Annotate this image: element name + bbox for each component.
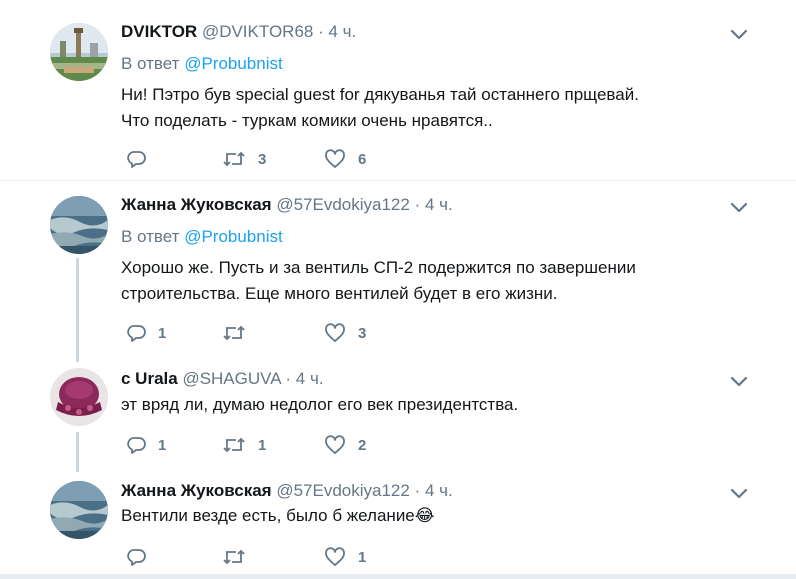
reply-context: В ответ @Probubnist bbox=[121, 227, 283, 247]
tweet-text: Хорошо же. Пусть и за вентиль СП-2 подер… bbox=[121, 258, 636, 303]
like-button[interactable]: 3 bbox=[324, 322, 366, 344]
chevron-down-icon[interactable] bbox=[730, 202, 748, 214]
like-count: 6 bbox=[358, 150, 367, 168]
reply-prefix: В ответ bbox=[121, 54, 180, 73]
tweet-header: Жанна Жуковская @57Evdokiya122 · 4 ч. bbox=[121, 481, 453, 501]
display-name[interactable]: с Urala bbox=[121, 369, 178, 388]
tweet-header: Жанна Жуковская @57Evdokiya122 · 4 ч. bbox=[121, 195, 453, 215]
retweet-button[interactable]: 3 bbox=[222, 148, 266, 170]
like-button[interactable]: 2 bbox=[324, 434, 366, 456]
user-handle[interactable]: @57Evdokiya122 bbox=[276, 481, 410, 500]
retweet-button[interactable] bbox=[222, 546, 258, 568]
thread-line bbox=[76, 258, 79, 362]
retweet-count: 1 bbox=[258, 436, 267, 454]
tweet-4[interactable]: Жанна Жуковская @57Evdokiya122 · 4 ч. Ве… bbox=[0, 467, 796, 574]
retweet-count: 3 bbox=[258, 150, 267, 168]
heart-icon bbox=[325, 547, 345, 566]
reply-icon bbox=[127, 151, 146, 168]
timestamp[interactable]: 4 ч. bbox=[425, 195, 453, 214]
retweet-icon bbox=[223, 151, 245, 167]
like-count: 3 bbox=[358, 324, 367, 342]
user-handle[interactable]: @SHAGUVA bbox=[182, 369, 280, 388]
avatar[interactable] bbox=[50, 196, 108, 254]
heart-icon bbox=[325, 323, 345, 342]
bottom-divider bbox=[0, 574, 796, 579]
tweet-text: эт вряд ли, думаю недолог его век презид… bbox=[121, 395, 519, 414]
retweet-icon bbox=[223, 437, 245, 453]
tweet-3[interactable]: с Urala @SHAGUVA · 4 ч. эт вряд ли, дума… bbox=[0, 352, 796, 467]
tweet-header: с Urala @SHAGUVA · 4 ч. bbox=[121, 369, 324, 389]
chevron-down-icon[interactable] bbox=[730, 376, 748, 388]
retweet-button[interactable] bbox=[222, 322, 258, 344]
tweet-text: Ни! Пэтро був special guest for дякувань… bbox=[121, 85, 639, 130]
chevron-down-icon[interactable] bbox=[730, 29, 748, 41]
tweet-1[interactable]: DVIKTOR @DVIKTOR68 · 4 ч. В ответ @Probu… bbox=[0, 0, 796, 180]
reply-icon bbox=[127, 325, 146, 342]
timestamp[interactable]: 4 ч. bbox=[296, 369, 324, 388]
timestamp[interactable]: 4 ч. bbox=[329, 22, 357, 41]
heart-icon bbox=[325, 149, 345, 168]
like-count: 2 bbox=[358, 436, 367, 454]
chevron-down-icon[interactable] bbox=[730, 488, 748, 500]
user-handle[interactable]: @DVIKTOR68 bbox=[202, 22, 313, 41]
display-name[interactable]: Жанна Жуковская bbox=[121, 481, 272, 500]
timestamp[interactable]: 4 ч. bbox=[425, 481, 453, 500]
avatar[interactable] bbox=[50, 23, 108, 81]
separator-dot: · bbox=[285, 369, 292, 388]
separator-dot: · bbox=[414, 195, 421, 214]
reply-count: 1 bbox=[158, 324, 167, 342]
reply-icon bbox=[127, 549, 146, 566]
heart-icon bbox=[325, 435, 345, 454]
avatar[interactable] bbox=[50, 368, 108, 426]
like-count: 1 bbox=[358, 548, 367, 566]
reply-context: В ответ @Probubnist bbox=[121, 54, 283, 74]
reply-button[interactable] bbox=[126, 546, 158, 568]
display-name[interactable]: DVIKTOR bbox=[121, 22, 197, 41]
tweet-header: DVIKTOR @DVIKTOR68 · 4 ч. bbox=[121, 22, 356, 42]
tweet-text: Вентили везде есть, было б желание😂 bbox=[121, 506, 435, 525]
display-name[interactable]: Жанна Жуковская bbox=[121, 195, 272, 214]
separator-dot: · bbox=[318, 22, 324, 41]
tweet-2[interactable]: Жанна Жуковская @57Evdokiya122 · 4 ч. В … bbox=[0, 181, 796, 351]
reply-to-link[interactable]: @Probubnist bbox=[184, 54, 283, 73]
like-button[interactable]: 6 bbox=[324, 148, 366, 170]
avatar[interactable] bbox=[50, 481, 108, 539]
retweet-icon bbox=[223, 325, 245, 341]
reply-button[interactable]: 1 bbox=[126, 434, 166, 456]
thread-line bbox=[76, 432, 79, 472]
reply-count: 1 bbox=[158, 436, 167, 454]
reply-button[interactable] bbox=[126, 148, 158, 170]
reply-prefix: В ответ bbox=[121, 227, 180, 246]
like-button[interactable]: 1 bbox=[324, 546, 366, 568]
reply-to-link[interactable]: @Probubnist bbox=[184, 227, 283, 246]
user-handle[interactable]: @57Evdokiya122 bbox=[276, 195, 410, 214]
retweet-button[interactable]: 1 bbox=[222, 434, 266, 456]
reply-icon bbox=[127, 437, 146, 454]
reply-button[interactable]: 1 bbox=[126, 322, 166, 344]
retweet-icon bbox=[223, 549, 245, 565]
separator-dot: · bbox=[414, 481, 421, 500]
